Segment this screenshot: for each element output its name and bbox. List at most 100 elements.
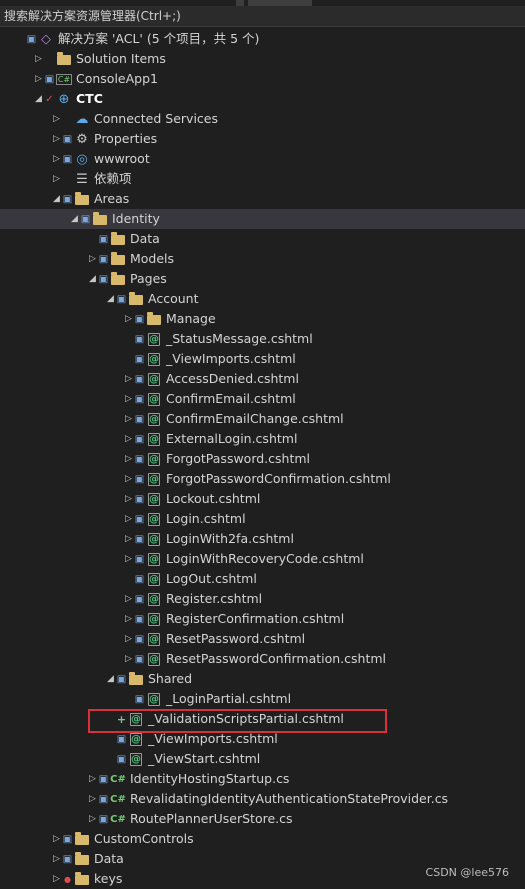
tree-item[interactable]: ▷ ▣ @ ForgotPassword.cshtml	[0, 449, 525, 469]
tree-item[interactable]: ▷ ▣ @ RegisterConfirmation.cshtml	[0, 609, 525, 629]
chevron-right-icon[interactable]: ▷	[124, 449, 133, 469]
lock-icon: ▣	[26, 33, 37, 45]
tree-item[interactable]: ▣ @ _ViewStart.cshtml	[0, 749, 525, 769]
tree-item[interactable]: ◢ ▣ Identity	[0, 209, 525, 229]
tree-item[interactable]: ◢ ▣ Shared	[0, 669, 525, 689]
chevron-right-icon[interactable]: ▷	[52, 849, 61, 869]
tree-item-label: ForgotPasswordConfirmation.cshtml	[166, 471, 391, 486]
lock-icon: ▣	[116, 293, 127, 305]
tree-item[interactable]: ▷ ▣ @ ExternalLogin.cshtml	[0, 429, 525, 449]
chevron-down-icon[interactable]: ◢	[52, 189, 61, 209]
tree-item-label: 解决方案 'ACL' (5 个项目，共 5 个)	[58, 31, 260, 46]
tree-item[interactable]: ▷ ▣ Manage	[0, 309, 525, 329]
tree-item-label: ConsoleApp1	[76, 71, 158, 86]
tree-item[interactable]: ▷ ▣ @ Lockout.cshtml	[0, 489, 525, 509]
chevron-right-icon[interactable]: ▷	[124, 609, 133, 629]
chevron-right-icon[interactable]: ▷	[124, 649, 133, 669]
tree-item[interactable]: ▣ ◇ 解决方案 'ACL' (5 个项目，共 5 个)	[0, 29, 525, 49]
lock-icon: ▣	[62, 853, 73, 865]
tree-item[interactable]: + @ _ValidationScriptsPartial.cshtml	[0, 709, 525, 729]
chevron-right-icon[interactable]: ▷	[124, 309, 133, 329]
chevron-right-icon[interactable]: ▷	[52, 829, 61, 849]
csharp-glyph: C#	[110, 813, 126, 825]
tree-item[interactable]: ▷ ▣ C# IdentityHostingStartup.cs	[0, 769, 525, 789]
tree-item[interactable]: ▷ ☰ 依赖项	[0, 169, 525, 189]
tree-item[interactable]: ▷ ▣ @ Register.cshtml	[0, 589, 525, 609]
tree-item-label: _ViewStart.cshtml	[148, 751, 261, 766]
chevron-down-icon[interactable]: ◢	[88, 269, 97, 289]
tree-item[interactable]: ▣ @ LogOut.cshtml	[0, 569, 525, 589]
razor-file-icon: @	[146, 369, 162, 389]
chevron-right-icon[interactable]: ▷	[52, 169, 61, 189]
tree-item[interactable]: ▷ ▣ @ ConfirmEmail.cshtml	[0, 389, 525, 409]
tree-item[interactable]: ▷ ▣ @ LoginWith2fa.cshtml	[0, 529, 525, 549]
chevron-right-icon[interactable]: ▷	[124, 389, 133, 409]
chevron-right-icon[interactable]: ▷	[124, 549, 133, 569]
chevron-right-icon[interactable]: ▷	[52, 129, 61, 149]
razor-file-icon: @	[146, 549, 162, 569]
chevron-down-icon[interactable]: ◢	[106, 669, 115, 689]
chevron-right-icon[interactable]: ▷	[124, 489, 133, 509]
tree-item[interactable]: ▣ Data	[0, 229, 525, 249]
tree-item[interactable]: ▷ ▣ CustomControls	[0, 829, 525, 849]
chevron-right-icon[interactable]: ▷	[124, 409, 133, 429]
tree-item[interactable]: ◢ ✓ ⊕ CTC	[0, 89, 525, 109]
chevron-right-icon[interactable]: ▷	[124, 589, 133, 609]
tree-item[interactable]: ▷ ▣ C# RoutePlannerUserStore.cs	[0, 809, 525, 829]
folder-shape	[129, 672, 143, 685]
tree-item[interactable]: ▷ ▣ C# ConsoleApp1	[0, 69, 525, 89]
search-input[interactable]	[0, 6, 525, 26]
chevron-right-icon[interactable]: ▷	[88, 809, 97, 829]
folder-shape	[75, 192, 89, 205]
tree-item[interactable]: ▣ @ _ViewImports.cshtml	[0, 349, 525, 369]
razor-file-icon: @	[128, 749, 144, 769]
tree-item-label: keys	[94, 871, 123, 886]
chevron-right-icon[interactable]: ▷	[88, 789, 97, 809]
folder-icon	[128, 669, 144, 689]
tree-item[interactable]: ▷ ▣ Models	[0, 249, 525, 269]
tree-item[interactable]: ▷ ▣ C# RevalidatingIdentityAuthenticationSt…	[0, 789, 525, 809]
tree-item-label: ResetPassword.cshtml	[166, 631, 306, 646]
chevron-right-icon[interactable]: ▷	[52, 869, 61, 889]
chevron-right-icon[interactable]: ▷	[88, 249, 97, 269]
tree-item[interactable]: ▣ @ _ViewImports.cshtml	[0, 729, 525, 749]
razor-file-icon: @	[146, 509, 162, 529]
tree-item[interactable]: ▷ ▣ @ ResetPasswordConfirmation.cshtml	[0, 649, 525, 669]
tree-item[interactable]: ▣ @ _StatusMessage.cshtml	[0, 329, 525, 349]
tree-item[interactable]: ▷ ▣ @ LoginWithRecoveryCode.cshtml	[0, 549, 525, 569]
lock-icon: ▣	[134, 333, 145, 345]
tree-item[interactable]: ▣ @ _LoginPartial.cshtml	[0, 689, 525, 709]
chevron-right-icon[interactable]: ▷	[124, 469, 133, 489]
tree-item[interactable]: ◢ ▣ Pages	[0, 269, 525, 289]
chevron-right-icon[interactable]: ▷	[124, 429, 133, 449]
lock-icon: ▣	[62, 153, 73, 165]
chevron-right-icon[interactable]: ▷	[34, 49, 43, 69]
web-project-icon: ⊕	[56, 89, 72, 109]
chevron-right-icon[interactable]: ▷	[124, 369, 133, 389]
tree-item[interactable]: ◢ ▣ Account	[0, 289, 525, 309]
tree-item[interactable]: ◢ ▣ Areas	[0, 189, 525, 209]
chevron-right-icon[interactable]: ▷	[124, 529, 133, 549]
razor-file-icon: @	[146, 429, 162, 449]
chevron-down-icon[interactable]: ◢	[106, 289, 115, 309]
chevron-down-icon[interactable]: ◢	[34, 89, 43, 109]
folder-icon	[56, 49, 72, 69]
tree-item[interactable]: ▷ ▣ @ ForgotPasswordConfirmation.cshtml	[0, 469, 525, 489]
chevron-right-icon[interactable]: ▷	[52, 149, 61, 169]
chevron-right-icon[interactable]: ▷	[124, 509, 133, 529]
tree-item[interactable]: ▷ ☁ Connected Services	[0, 109, 525, 129]
chevron-right-icon[interactable]: ▷	[34, 69, 43, 89]
tree-item[interactable]: ▷ Solution Items	[0, 49, 525, 69]
tree-item[interactable]: ▷ ▣ @ Login.cshtml	[0, 509, 525, 529]
chevron-down-icon[interactable]: ◢	[70, 209, 79, 229]
chevron-right-icon[interactable]: ▷	[52, 109, 61, 129]
tree-item[interactable]: ▷ ▣ ◎ wwwroot	[0, 149, 525, 169]
tree-item[interactable]: ▷ ▣ @ AccessDenied.cshtml	[0, 369, 525, 389]
chevron-right-icon[interactable]: ▷	[124, 629, 133, 649]
tree-item[interactable]: ▷ ▣ @ ConfirmEmailChange.cshtml	[0, 409, 525, 429]
folder-shape	[147, 312, 161, 325]
solution-explorer-search[interactable]	[0, 6, 525, 27]
chevron-right-icon[interactable]: ▷	[88, 769, 97, 789]
tree-item[interactable]: ▷ ▣ ⚙ Properties	[0, 129, 525, 149]
tree-item[interactable]: ▷ ▣ @ ResetPassword.cshtml	[0, 629, 525, 649]
